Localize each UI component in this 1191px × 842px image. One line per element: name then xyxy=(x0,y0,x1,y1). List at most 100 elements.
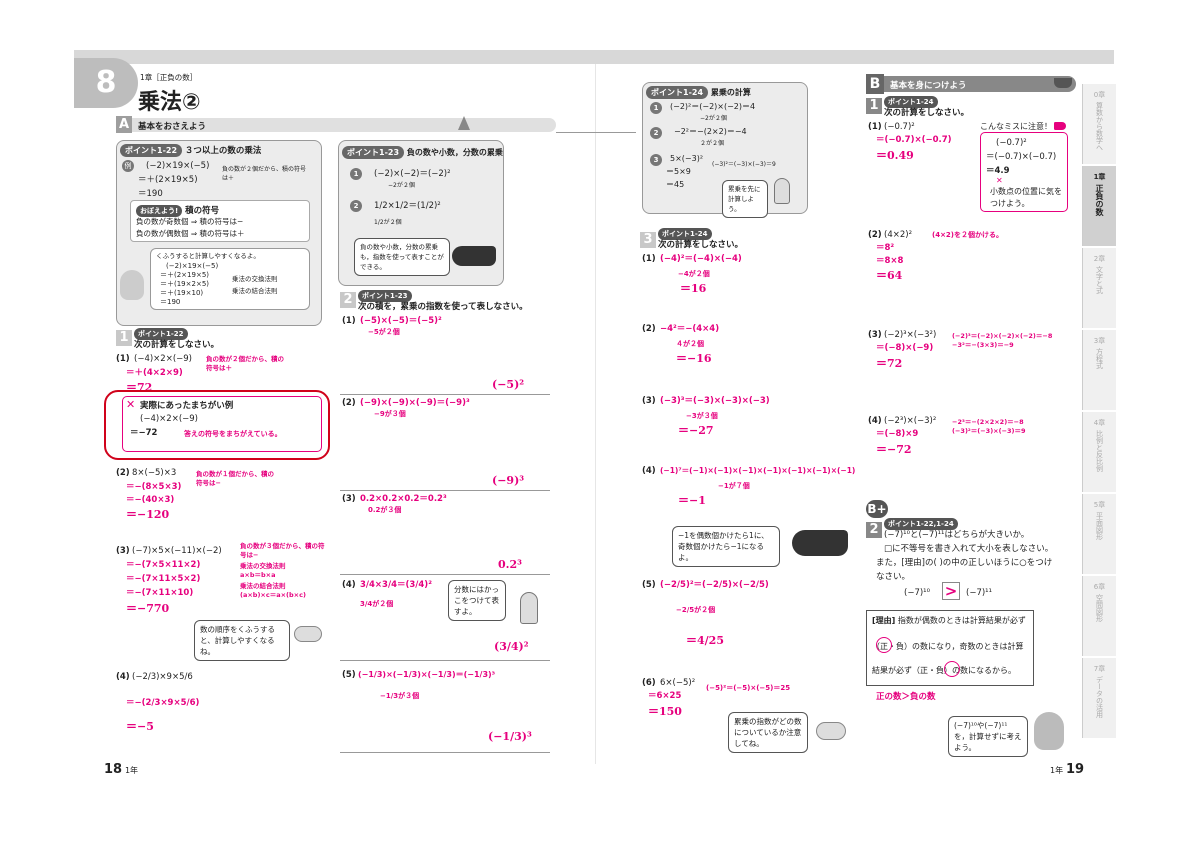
q3-i3-note: −3が３個 xyxy=(686,412,718,420)
q3-number: 3 xyxy=(640,232,656,248)
compare-right: (−7)¹¹ xyxy=(966,588,992,598)
b1-p4-note-2: (−3)²＝(−3)×(−3)＝9 xyxy=(952,427,1026,435)
caution-line-2: ＝(−0.7)×(−0.7) xyxy=(986,152,1057,162)
q1-p1-label: (1) xyxy=(116,354,130,364)
tip-bubble: くふうすると計算しやすくなるよ。 xyxy=(156,252,260,260)
q3-i3-expr: (−3)³＝(−3)×(−3)×(−3) xyxy=(660,396,770,406)
caution-mark: ✕ xyxy=(996,176,1003,185)
q2-i4-note: 3/4が２個 xyxy=(360,600,394,608)
q1-p3-expr: (−7)×5×(−11)×(−2) xyxy=(132,546,222,556)
q3-i6-note: (−5)²＝(−5)×(−5)＝25 xyxy=(706,684,791,692)
q2-i5-answer: (−1/3)³ xyxy=(488,730,532,743)
q1-p2-note: 負の数が１個だから、積の符号は− xyxy=(196,470,274,487)
squid-icon-2 xyxy=(774,178,790,204)
q2-i3-answer: 0.2³ xyxy=(498,558,522,571)
point-1-24-tag: ポイント1-24 xyxy=(646,86,709,99)
caution-title: こんなミスに注意！ xyxy=(980,120,1052,134)
q3-i6-label: (6) xyxy=(642,678,656,688)
b2-conclusion: 正の数＞負の数 xyxy=(876,692,936,702)
point-1-23-heading: 負の数や小数，分数の累乗 xyxy=(406,148,503,157)
compare-left: (−7)¹⁰ xyxy=(904,588,930,598)
ship-icon xyxy=(1054,78,1072,88)
q2-i3-note: 0.2が３個 xyxy=(368,506,402,514)
b1-p4-answer: ＝−72 xyxy=(876,443,912,456)
b1-p2-note: (4×2)を２個かける。 xyxy=(932,231,1004,239)
caution-note: 小数点の位置に気をつけよう。 xyxy=(990,187,1062,208)
q3-badge: 3 xyxy=(640,232,656,248)
b1-p3-step: ＝(−8)×(−9) xyxy=(876,343,934,353)
sidetab-0-name: 算数から数学へ xyxy=(1095,102,1104,151)
sidetab-6[interactable]: 6章 空間図形 xyxy=(1082,576,1116,656)
q1-p2-expr: 8×(−5)×3 xyxy=(132,468,177,478)
p23-bubble: 負の数や小数，分数の累乗も，指数を使って表すことができる。 xyxy=(354,238,450,276)
sidetab-0[interactable]: 0章 算数から数学へ xyxy=(1082,84,1116,164)
q1-p2-label: (2) xyxy=(116,468,130,478)
b1-p2-answer: ＝64 xyxy=(876,269,903,282)
sidetab-5[interactable]: 5章 平面図形 xyxy=(1082,494,1116,574)
b2-number: 2 xyxy=(866,522,882,538)
tip-note-2: 乗法の結合法則 xyxy=(232,287,278,295)
p24-ex1-note: −2が２個 xyxy=(700,115,727,122)
sidetab-1[interactable]: 1章 正負の数 xyxy=(1082,166,1116,246)
sidetab-3[interactable]: 3章 方程式 xyxy=(1082,330,1116,410)
example-badge: 例 xyxy=(122,160,134,172)
q2-number: 2 xyxy=(340,292,356,308)
left-grade: 1年 xyxy=(124,766,139,775)
sidetab-0-ch: 0章 xyxy=(1093,91,1106,99)
q3-i4-label: (4) xyxy=(642,466,656,476)
b1-p4-step: ＝(−8)×9 xyxy=(876,429,919,439)
sidetab-1-name: 正負の数 xyxy=(1095,184,1104,216)
b1-p2-expr: (4×2)² xyxy=(884,230,912,240)
q2-i2-rule xyxy=(340,490,550,491)
q1-p2-answer: ＝−120 xyxy=(126,508,170,521)
sidetab-4[interactable]: 4章 比例と反比例 xyxy=(1082,412,1116,492)
sidetab-2-ch: 2章 xyxy=(1093,255,1106,263)
sidetab-6-name: 空間図形 xyxy=(1095,594,1104,622)
p24-ex3-note: (−3)²＝(−3)×(−3)＝9 xyxy=(712,161,776,168)
tip-calc-1: (−2)×19×(−5) xyxy=(166,262,219,270)
q3-i2-note: ４が２個 xyxy=(676,340,704,348)
sidetab-7[interactable]: 7章 データの活用 xyxy=(1082,658,1116,738)
section-number: 8 xyxy=(95,65,117,100)
b1-p2-label: (2) xyxy=(868,230,882,240)
q3-i6-expr: 6×(−5)² xyxy=(660,678,696,688)
sidetab-2[interactable]: 2章 文字と式 xyxy=(1082,248,1116,328)
sidetab-4-name: 比例と反比例 xyxy=(1095,430,1104,472)
b1-p3-answer: ＝72 xyxy=(876,357,903,370)
q2-i5-label: (5) xyxy=(342,670,356,680)
sidetab-3-name: 方程式 xyxy=(1095,348,1104,369)
b1-p3-note-1: (−2)³＝(−2)×(−2)×(−2)＝−8 xyxy=(952,332,1053,340)
b1-p1-step: ＝(−0.7)×(−0.7) xyxy=(876,135,952,145)
q1-p1-expr: (−4)×2×(−9) xyxy=(134,354,192,364)
b1-p1-expr: (−0.7)² xyxy=(884,122,915,132)
section-b-badge: B xyxy=(866,74,884,94)
b2-instruction-1: (−7)¹⁰と(−7)¹¹はどちらが大きいか。 xyxy=(884,530,1030,540)
section-a-tail xyxy=(556,132,636,133)
q3-i5-label: (5) xyxy=(642,580,656,590)
sidetab-3-ch: 3章 xyxy=(1093,337,1106,345)
p24-ex1: (−2)²＝(−2)×(−2)＝4 xyxy=(670,102,756,111)
b1-p3-note-2: −3²＝−(3×3)＝−9 xyxy=(952,341,1014,349)
page-title: 乗法② xyxy=(138,90,201,115)
tip-calc-4: ＝＋(19×10) xyxy=(160,289,204,297)
reason-line-1: 指数が偶数のときは計算結果が必ず xyxy=(897,616,1026,625)
b2-bubble: (−7)¹⁰や(−7)¹¹を，計算せずに考えよう。 xyxy=(948,716,1028,757)
q2-i4-answer: (3/4)² xyxy=(494,640,529,653)
q2-i1-note: −5が２個 xyxy=(368,328,400,336)
mistake-expr: (−4)×2×(−9) xyxy=(140,414,198,424)
mistake-answer: ＝−72 xyxy=(130,428,158,438)
reason-line-2: （正・負）の数になり，奇数のときは計算 xyxy=(872,642,1024,651)
owl-icon xyxy=(120,270,144,300)
fish-icon xyxy=(294,626,322,642)
b1-p4-expr: (−2³)×(−3)² xyxy=(884,416,937,426)
q2-i5-note: −1/3が３個 xyxy=(380,692,420,700)
p22-note: 負の数が２個だから、積の符号は＋ xyxy=(222,166,307,182)
q3-i5-answer: ＝4/25 xyxy=(686,634,724,647)
b2-badge: 2 xyxy=(866,522,882,538)
q3-bubble-1: −1を偶数個かけたら1に、奇数個かけたら−1になるよ。 xyxy=(672,526,780,567)
p23-ex1-note: −2が２個 xyxy=(388,182,415,189)
q1-p3-note-4: 乗法の結合法則 xyxy=(240,582,286,590)
section-a-badge: A xyxy=(116,116,132,133)
q1-badge: 1 xyxy=(116,330,132,346)
q1-p3-note-1: 負の数が３個だから、積の符号は− xyxy=(240,542,325,559)
